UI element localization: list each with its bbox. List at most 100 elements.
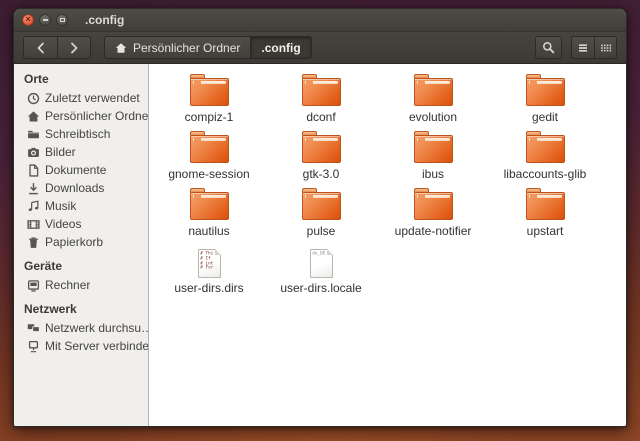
sidebar-item-mit-server-verbinden[interactable]: Mit Server verbinden — [14, 337, 148, 355]
folder-item-update-notifier[interactable]: update-notifier — [377, 182, 489, 239]
files-pane[interactable]: compiz-1 dconf evolution gedit gnome-session… — [149, 64, 626, 426]
file-manager-window: × .config — [13, 8, 627, 427]
folder-item-gedit[interactable]: gedit — [489, 68, 601, 125]
grid-view-icon — [600, 42, 612, 54]
clock-icon — [27, 92, 40, 105]
sidebar-section-orte: Orte Zuletzt verwendet Persönlicher Ordner… — [14, 70, 148, 251]
sidebar: Orte Zuletzt verwendet Persönlicher Ordner… — [14, 64, 149, 426]
search-button[interactable] — [535, 36, 562, 59]
sidebar-item-papierkorb[interactable]: Papierkorb — [14, 233, 148, 251]
sidebar-section-header: Orte — [14, 70, 148, 89]
sidebar-item-label: Papierkorb — [45, 235, 103, 249]
sidebar-item-zuletzt-verwendet[interactable]: Zuletzt verwendet — [14, 89, 148, 107]
video-icon — [27, 218, 40, 231]
file-label: libaccounts-glib — [504, 167, 587, 182]
file-label: update-notifier — [395, 224, 472, 239]
computer-icon — [27, 279, 40, 292]
sidebar-item-musik[interactable]: Musik — [14, 197, 148, 215]
text-file-icon: de_DE — [310, 249, 333, 278]
file-label: pulse — [307, 224, 336, 239]
folder-item-upstart[interactable]: upstart — [489, 182, 601, 239]
desktop-background: × .config — [0, 0, 640, 441]
breadcrumb-home[interactable]: Persönlicher Ordner — [104, 36, 251, 59]
back-icon — [36, 42, 46, 54]
folder-item-libaccounts-glib[interactable]: libaccounts-glib — [489, 125, 601, 182]
desktop-folder-icon — [27, 128, 40, 141]
sidebar-item-label: Musik — [45, 199, 76, 213]
sidebar-item-schreibtisch[interactable]: Schreibtisch — [14, 125, 148, 143]
sidebar-section-header: Geräte — [14, 257, 148, 276]
folder-icon — [414, 74, 453, 106]
sidebar-item-label: Zuletzt verwendet — [45, 91, 140, 105]
file-label: compiz-1 — [185, 110, 234, 125]
folder-icon — [190, 74, 229, 106]
file-item-user-dirs-dirs[interactable]: # Thi # If # int # Foruser-dirs.dirs — [153, 239, 265, 296]
sidebar-item-label: Mit Server verbinden — [45, 339, 148, 353]
file-item-user-dirs-locale[interactable]: de_DEuser-dirs.locale — [265, 239, 377, 296]
music-icon — [27, 200, 40, 213]
file-label: evolution — [409, 110, 457, 125]
page-fold — [215, 249, 221, 255]
breadcrumb: Persönlicher Ordner .config — [104, 36, 312, 59]
folder-icon — [414, 131, 453, 163]
folder-icon — [526, 131, 565, 163]
folder-item-ibus[interactable]: ibus — [377, 125, 489, 182]
folder-item-evolution[interactable]: evolution — [377, 68, 489, 125]
maximize-icon[interactable] — [56, 14, 68, 26]
sidebar-item-bilder[interactable]: Bilder — [14, 143, 148, 161]
folder-item-pulse[interactable]: pulse — [265, 182, 377, 239]
grid-view-button[interactable] — [594, 36, 617, 59]
sidebar-item-netzwerk-durchsu[interactable]: Netzwerk durchsu… — [14, 319, 148, 337]
sidebar-section-ger-te: Geräte Rechner — [14, 257, 148, 294]
file-label: upstart — [527, 224, 564, 239]
sidebar-item-rechner[interactable]: Rechner — [14, 276, 148, 294]
file-label: nautilus — [188, 224, 229, 239]
sidebar-item-downloads[interactable]: Downloads — [14, 179, 148, 197]
file-label: gedit — [532, 110, 558, 125]
folder-icon — [526, 188, 565, 220]
sidebar-item-label: Videos — [45, 217, 81, 231]
sidebar-item-label: Persönlicher Ordner — [45, 109, 148, 123]
sidebar-item-dokumente[interactable]: Dokumente — [14, 161, 148, 179]
download-icon — [27, 182, 40, 195]
window-title: .config — [85, 13, 124, 27]
folder-item-compiz-1[interactable]: compiz-1 — [153, 68, 265, 125]
folder-item-dconf[interactable]: dconf — [265, 68, 377, 125]
file-label: ibus — [422, 167, 444, 182]
sidebar-item-label: Rechner — [45, 278, 90, 292]
sidebar-item-pers-nlicher-ordner[interactable]: Persönlicher Ordner — [14, 107, 148, 125]
window-content: Orte Zuletzt verwendet Persönlicher Ordner… — [14, 64, 626, 426]
titlebar[interactable]: × .config — [14, 9, 626, 32]
sidebar-item-label: Schreibtisch — [45, 127, 110, 141]
folder-item-gtk-3-0[interactable]: gtk-3.0 — [265, 125, 377, 182]
folder-item-nautilus[interactable]: nautilus — [153, 182, 265, 239]
minimize-icon[interactable] — [39, 14, 51, 26]
folder-icon — [190, 188, 229, 220]
server-icon — [27, 340, 40, 353]
search-icon — [542, 41, 555, 54]
sidebar-section-netzwerk: Netzwerk Netzwerk durchsu… Mit Server verb… — [14, 300, 148, 355]
nav-button-group — [23, 36, 91, 59]
toolbar: Persönlicher Ordner .config — [14, 32, 626, 64]
network-icon — [27, 322, 40, 335]
home-icon — [115, 42, 127, 54]
list-view-icon — [577, 42, 589, 54]
breadcrumb-current[interactable]: .config — [251, 36, 311, 59]
file-label: dconf — [306, 110, 335, 125]
document-icon — [27, 164, 40, 177]
sidebar-section-header: Netzwerk — [14, 300, 148, 319]
forward-button[interactable] — [57, 36, 91, 59]
back-button[interactable] — [23, 36, 57, 59]
list-view-button[interactable] — [571, 36, 594, 59]
sidebar-item-label: Downloads — [45, 181, 104, 195]
folder-item-gnome-session[interactable]: gnome-session — [153, 125, 265, 182]
close-icon[interactable]: × — [22, 14, 34, 26]
sidebar-item-label: Dokumente — [45, 163, 106, 177]
sidebar-item-videos[interactable]: Videos — [14, 215, 148, 233]
folder-icon — [302, 188, 341, 220]
folder-icon — [190, 131, 229, 163]
folder-icon — [302, 74, 341, 106]
file-grid: compiz-1 dconf evolution gedit gnome-session… — [149, 64, 626, 296]
file-preview-text: de_DE — [311, 250, 324, 256]
sidebar-item-label: Netzwerk durchsu… — [45, 321, 148, 335]
